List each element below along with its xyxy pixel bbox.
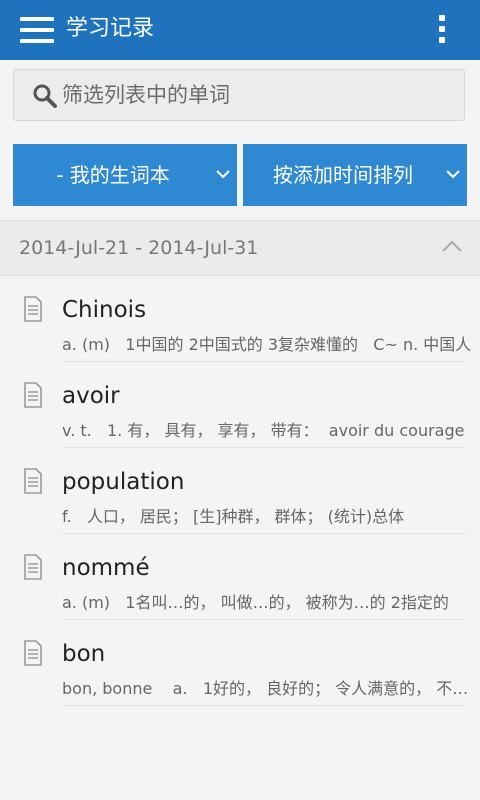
list-item[interactable]: bon bon, bonne a. 1好的， 良好的； 令人满意的， 不错的 (0, 620, 480, 706)
list-item[interactable]: avoir v. t. 1. 有， 具有， 享有， 带有： avoir du c… (0, 362, 480, 448)
document-icon (24, 468, 42, 494)
word-definition: a. (m) 1中国的 2中国式的 3复杂难懂的 C~ n. 中国人 (62, 335, 472, 354)
word-headword: nommé (62, 555, 150, 581)
chevron-down-icon (446, 170, 460, 179)
document-icon (24, 554, 42, 580)
search-icon (33, 84, 57, 108)
word-list: Chinois a. (m) 1中国的 2中国式的 3复杂难懂的 C~ n. 中… (0, 276, 480, 706)
word-headword: population (62, 469, 185, 495)
app-bar: 学习记录 (0, 0, 480, 60)
word-headword: bon (62, 641, 106, 667)
document-icon (24, 296, 42, 322)
wordbook-dropdown[interactable]: - 我的生词本 (13, 144, 237, 206)
document-icon (24, 640, 42, 666)
page-title: 学习记录 (66, 16, 155, 41)
list-item[interactable]: Chinois a. (m) 1中国的 2中国式的 3复杂难懂的 C~ n. 中… (0, 276, 480, 362)
word-headword: Chinois (62, 297, 147, 323)
sort-dropdown[interactable]: 按添加时间排列 (243, 144, 467, 206)
word-definition: bon, bonne a. 1好的， 良好的； 令人满意的， 不错的 (62, 679, 472, 698)
date-range-label: 2014-Jul-21 - 2014-Jul-31 (19, 237, 259, 259)
more-options-icon[interactable] (436, 14, 448, 46)
chevron-down-icon (216, 170, 230, 179)
search-input[interactable] (62, 80, 452, 110)
list-item[interactable]: nommé a. (m) 1名叫…的， 叫做…的， 被称为…的 2指定的 (0, 534, 480, 620)
chevron-up-icon[interactable] (441, 239, 463, 253)
document-icon (24, 382, 42, 408)
sort-dropdown-label: 按添加时间排列 (273, 163, 413, 187)
hamburger-menu-icon[interactable] (20, 16, 54, 44)
word-definition: a. (m) 1名叫…的， 叫做…的， 被称为…的 2指定的 (62, 593, 449, 612)
wordbook-dropdown-label: - 我的生词本 (56, 163, 170, 187)
search-box[interactable] (13, 69, 465, 121)
date-group-header[interactable]: 2014-Jul-21 - 2014-Jul-31 (0, 221, 480, 275)
list-item[interactable]: population f. 人口， 居民； [生]种群， 群体； (统计)总体 (0, 448, 480, 534)
divider (62, 705, 466, 706)
word-headword: avoir (62, 383, 120, 409)
word-definition: f. 人口， 居民； [生]种群， 群体； (统计)总体 (62, 507, 405, 526)
word-definition: v. t. 1. 有， 具有， 享有， 带有： avoir du courage (62, 421, 465, 440)
